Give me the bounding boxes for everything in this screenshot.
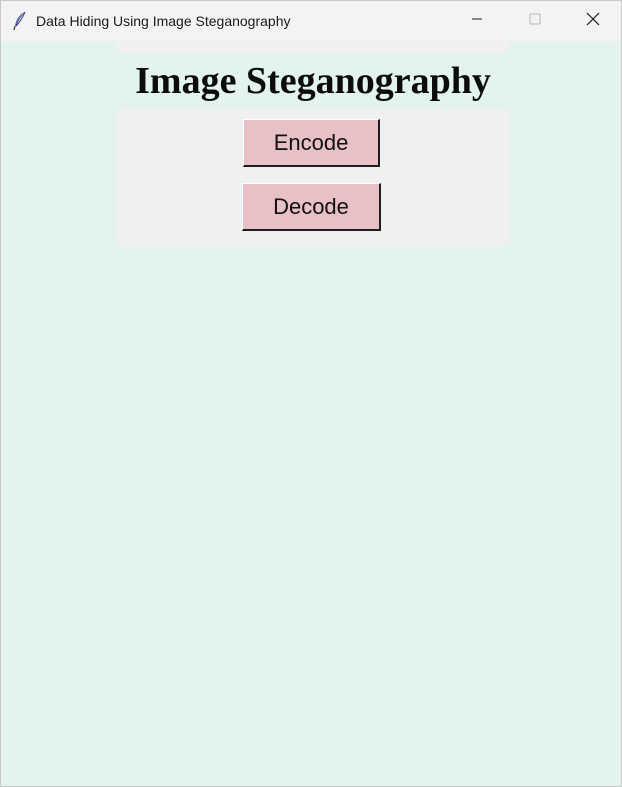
feather-icon bbox=[12, 11, 28, 31]
title-bar[interactable]: Data Hiding Using Image Steganography bbox=[1, 1, 621, 41]
maximize-button[interactable] bbox=[506, 1, 564, 41]
minimize-button[interactable] bbox=[448, 1, 506, 41]
top-frame-strip bbox=[117, 41, 509, 53]
minimize-icon bbox=[471, 12, 483, 30]
close-icon bbox=[586, 12, 600, 31]
page-title: Image Steganography bbox=[135, 60, 491, 102]
window-title: Data Hiding Using Image Steganography bbox=[36, 13, 291, 29]
decode-button[interactable]: Decode bbox=[242, 183, 381, 231]
button-panel: Encode Decode bbox=[117, 109, 509, 246]
maximize-icon bbox=[529, 12, 541, 30]
encode-button[interactable]: Encode bbox=[243, 119, 380, 167]
app-window: Data Hiding Using Image Steganography Im… bbox=[0, 0, 622, 787]
close-button[interactable] bbox=[564, 1, 621, 41]
